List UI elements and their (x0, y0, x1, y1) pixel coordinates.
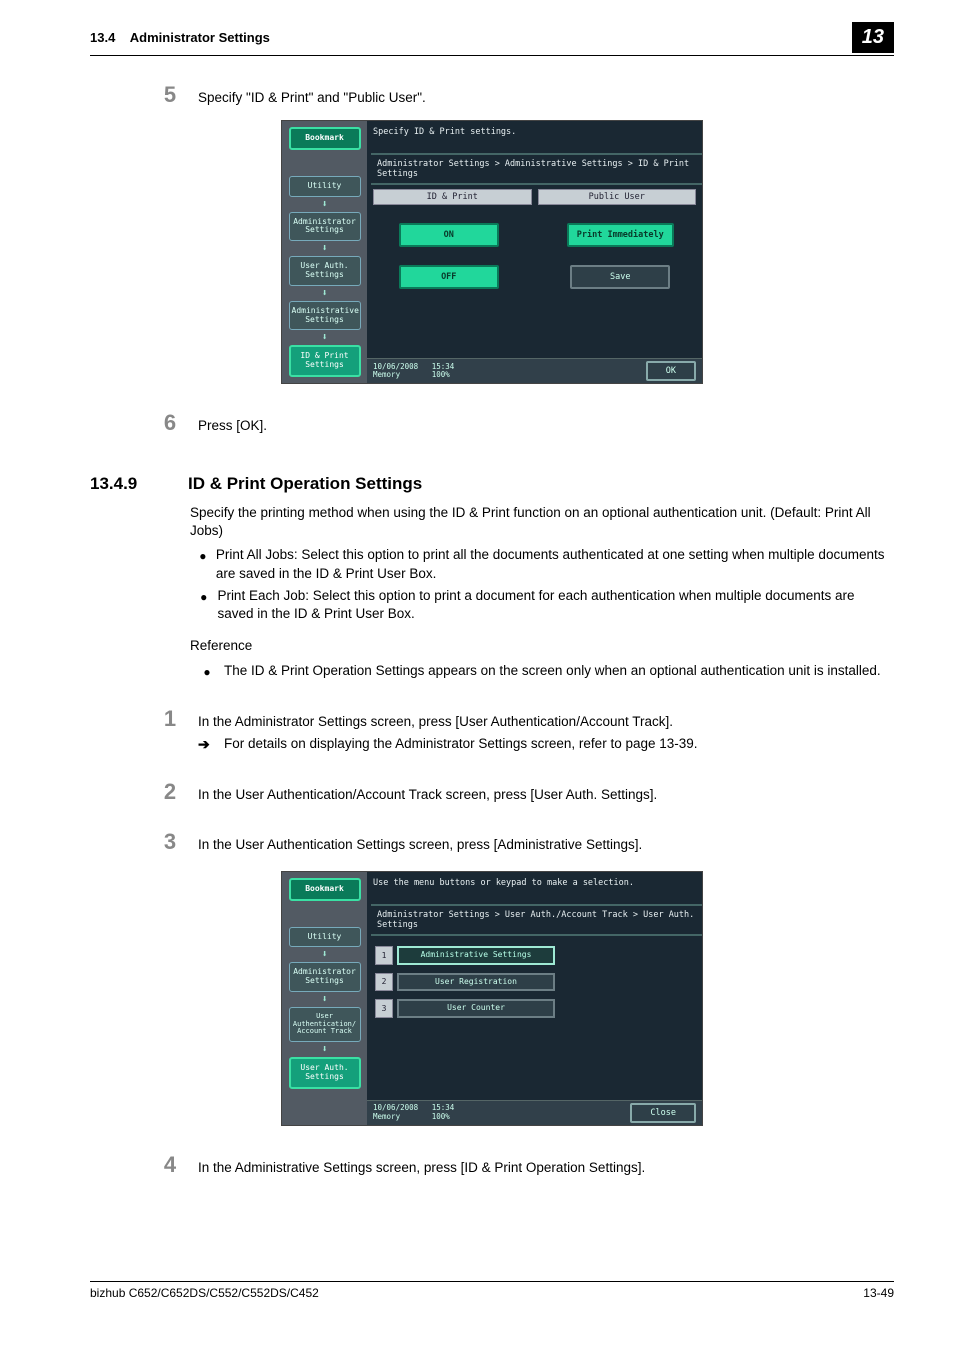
instruction-text: Specify ID & Print settings. (367, 121, 702, 153)
step-text: In the Administrative Settings screen, p… (198, 1154, 894, 1175)
list-item: ● The ID & Print Operation Settings appe… (190, 662, 894, 680)
reference-list: ● The ID & Print Operation Settings appe… (190, 662, 894, 680)
sidebar-item-user-auth-settings[interactable]: User Auth. Settings (289, 1057, 361, 1089)
breadcrumb: Administrator Settings > User Auth./Acco… (371, 904, 702, 936)
bullet-text: Print Each Job: Select this option to pr… (217, 587, 894, 623)
sidebar: Bookmark Utility ⬇ Administrator Setting… (282, 121, 367, 383)
header-section-num: 13.4 (90, 30, 115, 45)
embedded-screenshot-2: Bookmark Utility ⬇ Administrator Setting… (281, 871, 703, 1126)
chevron-down-icon: ⬇ (321, 994, 327, 1005)
step-text: Press [OK]. (198, 412, 894, 433)
footer-model: bizhub C652/C652DS/C552/C552DS/C452 (90, 1286, 319, 1300)
col-header-id-print: ID & Print (373, 189, 532, 205)
on-button[interactable]: ON (399, 223, 499, 247)
step-text: In the User Authentication Settings scre… (198, 831, 894, 852)
sub-step-text: For details on displaying the Administra… (224, 736, 698, 751)
step-2: 2 In the User Authentication/Account Tra… (90, 781, 894, 803)
step-3: 3 In the User Authentication Settings sc… (90, 831, 894, 853)
step-number: 2 (150, 781, 190, 803)
menu-item-1[interactable]: 1 Administrative Settings (375, 946, 555, 965)
col-header-public-user: Public User (538, 189, 697, 205)
ok-button[interactable]: OK (646, 361, 696, 381)
sidebar-item-user-auth[interactable]: User Auth. Settings (289, 256, 361, 286)
footer-page: 13-49 (863, 1286, 894, 1300)
bullet-icon: ● (190, 587, 217, 623)
section-title: ID & Print Operation Settings (188, 474, 422, 494)
breadcrumb: Administrator Settings > Administrative … (371, 153, 702, 185)
sidebar: Bookmark Utility ⬇ Administrator Setting… (282, 872, 367, 1125)
breadcrumb-text: Administrator Settings > Administrative … (377, 159, 696, 179)
sidebar-item-id-print[interactable]: ID & Print Settings (289, 345, 361, 377)
reference-label: Reference (190, 637, 894, 655)
section-heading: 13.4.9 ID & Print Operation Settings (90, 474, 894, 494)
bookmark-button[interactable]: Bookmark (289, 127, 361, 150)
bullet-icon: ● (190, 546, 216, 582)
embedded-screenshot-1: Bookmark Utility ⬇ Administrator Setting… (281, 120, 703, 384)
main-panel: Specify ID & Print settings. Administrat… (367, 121, 702, 383)
status-bar: 10/06/2008 15:34 Memory 100% Close (367, 1100, 702, 1125)
save-button[interactable]: Save (570, 265, 670, 289)
main-panel: Use the menu buttons or keypad to make a… (367, 872, 702, 1125)
step-text: Specify "ID & Print" and "Public User". (198, 84, 894, 105)
chevron-down-icon: ⬇ (321, 949, 327, 960)
menu-item-2[interactable]: 2 User Registration (375, 973, 555, 992)
status-text: 10/06/2008 15:34 Memory 100% (373, 1104, 454, 1121)
bullet-text: The ID & Print Operation Settings appear… (224, 662, 881, 680)
status-bar: 10/06/2008 15:34 Memory 100% OK (367, 358, 702, 383)
bullet-list: ● Print All Jobs: Select this option to … (190, 546, 894, 623)
page-header: 13.4 Administrator Settings 13 (90, 30, 894, 56)
bullet-text: Print All Jobs: Select this option to pr… (216, 546, 894, 582)
instruction-text: Use the menu buttons or keypad to make a… (367, 872, 702, 904)
step-number: 6 (150, 412, 190, 434)
sidebar-item-admin-settings[interactable]: Administrator Settings (289, 962, 361, 992)
breadcrumb-text: Administrator Settings > User Auth./Acco… (377, 910, 696, 930)
menu-number: 3 (375, 999, 393, 1018)
step-4: 4 In the Administrative Settings screen,… (90, 1154, 894, 1176)
bullet-icon: ● (190, 662, 224, 680)
intro-paragraph: Specify the printing method when using t… (190, 504, 894, 540)
step-text: In the User Authentication/Account Track… (198, 781, 894, 802)
close-button[interactable]: Close (630, 1103, 696, 1123)
sidebar-item-utility[interactable]: Utility (289, 176, 361, 197)
header-section-title: Administrator Settings (130, 30, 270, 45)
menu-item-3[interactable]: 3 User Counter (375, 999, 555, 1018)
sidebar-item-administrative[interactable]: Administrative Settings (289, 301, 361, 331)
menu-number: 1 (375, 946, 393, 965)
chevron-down-icon: ⬇ (321, 288, 327, 299)
arrow-right-icon: ➔ (198, 736, 224, 753)
status-text: 10/06/2008 15:34 Memory 100% (373, 363, 454, 380)
chevron-down-icon: ⬇ (321, 1044, 327, 1055)
step-number: 1 (150, 708, 190, 730)
chevron-down-icon: ⬇ (321, 332, 327, 343)
section-number: 13.4.9 (90, 474, 188, 494)
list-item: ● Print Each Job: Select this option to … (190, 587, 894, 623)
bookmark-button[interactable]: Bookmark (289, 878, 361, 901)
step-number: 4 (150, 1154, 190, 1176)
step-6: 6 Press [OK]. (90, 412, 894, 434)
sidebar-item-user-auth-account[interactable]: User Authentication/ Account Track (289, 1007, 361, 1042)
step-1: 1 In the Administrator Settings screen, … (90, 708, 894, 730)
sidebar-item-admin-settings[interactable]: Administrator Settings (289, 212, 361, 242)
menu-list: 1 Administrative Settings 2 User Registr… (367, 936, 702, 1028)
page-badge: 13 (852, 22, 894, 53)
step-number: 3 (150, 831, 190, 853)
step-text: In the Administrator Settings screen, pr… (198, 708, 894, 729)
list-item: ● Print All Jobs: Select this option to … (190, 546, 894, 582)
step-5: 5 Specify "ID & Print" and "Public User"… (90, 84, 894, 106)
menu-button-user-registration[interactable]: User Registration (397, 973, 555, 992)
chevron-down-icon: ⬇ (321, 199, 327, 210)
column-headers: ID & Print Public User (373, 189, 696, 205)
menu-button-user-counter[interactable]: User Counter (397, 999, 555, 1018)
chevron-down-icon: ⬇ (321, 243, 327, 254)
menu-button-administrative-settings[interactable]: Administrative Settings (397, 946, 555, 965)
sub-step: ➔ For details on displaying the Administ… (198, 736, 894, 753)
step-number: 5 (150, 84, 190, 106)
menu-number: 2 (375, 973, 393, 992)
header-section: 13.4 Administrator Settings (90, 30, 270, 45)
off-button[interactable]: OFF (399, 265, 499, 289)
sidebar-item-utility[interactable]: Utility (289, 927, 361, 948)
page-footer: bizhub C652/C652DS/C552/C552DS/C452 13-4… (90, 1281, 894, 1300)
print-immediately-button[interactable]: Print Immediately (567, 223, 674, 247)
